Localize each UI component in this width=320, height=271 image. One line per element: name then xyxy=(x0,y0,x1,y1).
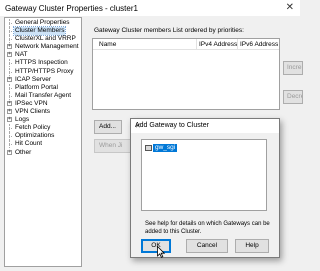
expand-icon[interactable]: + xyxy=(7,149,12,155)
gateway-icon xyxy=(145,144,152,151)
tree-item-label: IPSec VPN xyxy=(15,99,48,107)
dialog-help-text: See help for details on which Gateways c… xyxy=(145,221,270,235)
gateway-list[interactable]: gw_sgi xyxy=(141,139,267,211)
expand-icon[interactable]: + xyxy=(7,117,12,123)
members-table[interactable]: Name IPv4 Address IPv6 Address xyxy=(92,38,280,110)
tree-item[interactable]: Mail Transfer Agent xyxy=(5,91,81,100)
tree-connector xyxy=(9,95,12,97)
tree-item[interactable]: HTTPS Inspection xyxy=(5,59,81,68)
dialog-close-icon[interactable]: ✕ xyxy=(135,122,274,130)
tree-item[interactable]: Fetch Policy xyxy=(5,124,81,133)
tree-item[interactable]: + ICAP Server xyxy=(5,76,81,84)
column-header-name[interactable]: Name xyxy=(99,41,116,48)
column-header-ipv4[interactable]: IPv4 Address xyxy=(199,41,237,48)
expand-icon[interactable]: + xyxy=(7,109,12,115)
tree-item-label: General Properties xyxy=(15,19,70,26)
expand-icon[interactable]: + xyxy=(7,52,12,58)
tree-item-label: Other xyxy=(15,148,32,156)
tree-connector xyxy=(9,128,12,130)
cancel-button[interactable]: Cancel xyxy=(186,239,228,253)
tree-item-label: NAT xyxy=(15,51,28,59)
tree-item[interactable]: General Properties xyxy=(5,19,81,27)
tree-item[interactable]: + VPN Clients xyxy=(5,108,81,116)
tree-item-label: HTTP/HTTPS Proxy xyxy=(15,67,74,75)
tree-connector xyxy=(9,39,12,41)
tree-item-label: Mail Transfer Agent xyxy=(15,91,71,99)
tree-item[interactable]: + Network Management xyxy=(5,43,81,51)
tree-item-label: Optimizations xyxy=(15,132,55,140)
tree-connector xyxy=(9,71,12,73)
tree-item[interactable]: ClusterXL and VRRP xyxy=(5,35,81,44)
add-gateway-dialog: Add Gateway to Cluster ✕ gw_sgi See help… xyxy=(130,118,280,258)
tree-item[interactable]: Cluster Members xyxy=(5,26,81,37)
tree-item-label: Network Management xyxy=(15,43,79,51)
ok-button[interactable]: OK xyxy=(141,239,171,253)
gateway-name: gw_sgi xyxy=(153,143,178,152)
title-bar: Gateway Cluster Properties - cluster1 ✕ xyxy=(0,0,300,16)
tree-connector xyxy=(9,87,12,89)
tree-item[interactable]: Optimizations xyxy=(5,132,81,141)
window-title: Gateway Cluster Properties - cluster1 xyxy=(5,3,138,13)
settings-tree[interactable]: General Properties Cluster Members Cluster… xyxy=(4,17,82,267)
column-separator xyxy=(237,39,238,49)
help-button[interactable]: Help xyxy=(235,239,269,253)
tree-item-label: Fetch Policy xyxy=(15,124,51,132)
increase-priority-button[interactable]: Incre xyxy=(283,61,303,75)
gateway-list-item[interactable]: gw_sgi xyxy=(145,143,178,152)
tree-item[interactable]: Hit Count xyxy=(5,140,81,149)
tree-connector xyxy=(9,63,12,65)
dialog-title-bar: Add Gateway to Cluster ✕ xyxy=(131,119,279,133)
tree-item[interactable]: + Other xyxy=(5,149,81,157)
add-member-button[interactable]: Add... xyxy=(94,120,122,134)
members-description: Gateway Cluster members List ordered by … xyxy=(94,27,244,34)
tree-item[interactable]: + IPSec VPN xyxy=(5,100,81,108)
tree-item-label: VPN Clients xyxy=(15,108,51,116)
tree-connector xyxy=(9,144,12,146)
members-table-header: Name IPv4 Address IPv6 Address xyxy=(93,39,279,50)
tree-item[interactable]: Platform Portal xyxy=(5,83,81,92)
tree-item-label: ClusterXL and VRRP xyxy=(15,35,76,43)
tree-connector xyxy=(9,136,12,138)
tree-item-label: Cluster Members xyxy=(12,26,67,37)
expand-icon[interactable]: + xyxy=(7,100,12,106)
tree-connector xyxy=(9,31,12,33)
when-button[interactable]: When Ji xyxy=(94,139,134,153)
tree-connector xyxy=(9,23,12,24)
expand-icon[interactable]: + xyxy=(7,44,12,50)
tree-item-label: Hit Count xyxy=(15,140,43,148)
decrease-priority-button[interactable]: Decre xyxy=(283,90,303,104)
tree-item-label: HTTPS Inspection xyxy=(15,59,68,67)
column-separator xyxy=(196,39,197,49)
tree-item[interactable]: HTTP/HTTPS Proxy xyxy=(5,67,81,76)
mouse-cursor-icon xyxy=(157,246,165,258)
tree-item[interactable]: + Logs xyxy=(5,116,81,124)
tree-item-label: Logs xyxy=(15,116,30,124)
column-header-ipv6[interactable]: IPv6 Address xyxy=(240,41,278,48)
tree-item[interactable]: + NAT xyxy=(5,51,81,59)
expand-icon[interactable]: + xyxy=(7,76,12,82)
close-icon[interactable]: ✕ xyxy=(286,2,294,13)
tree-item-label: Platform Portal xyxy=(15,83,58,91)
tree-item-label: ICAP Server xyxy=(15,75,52,83)
